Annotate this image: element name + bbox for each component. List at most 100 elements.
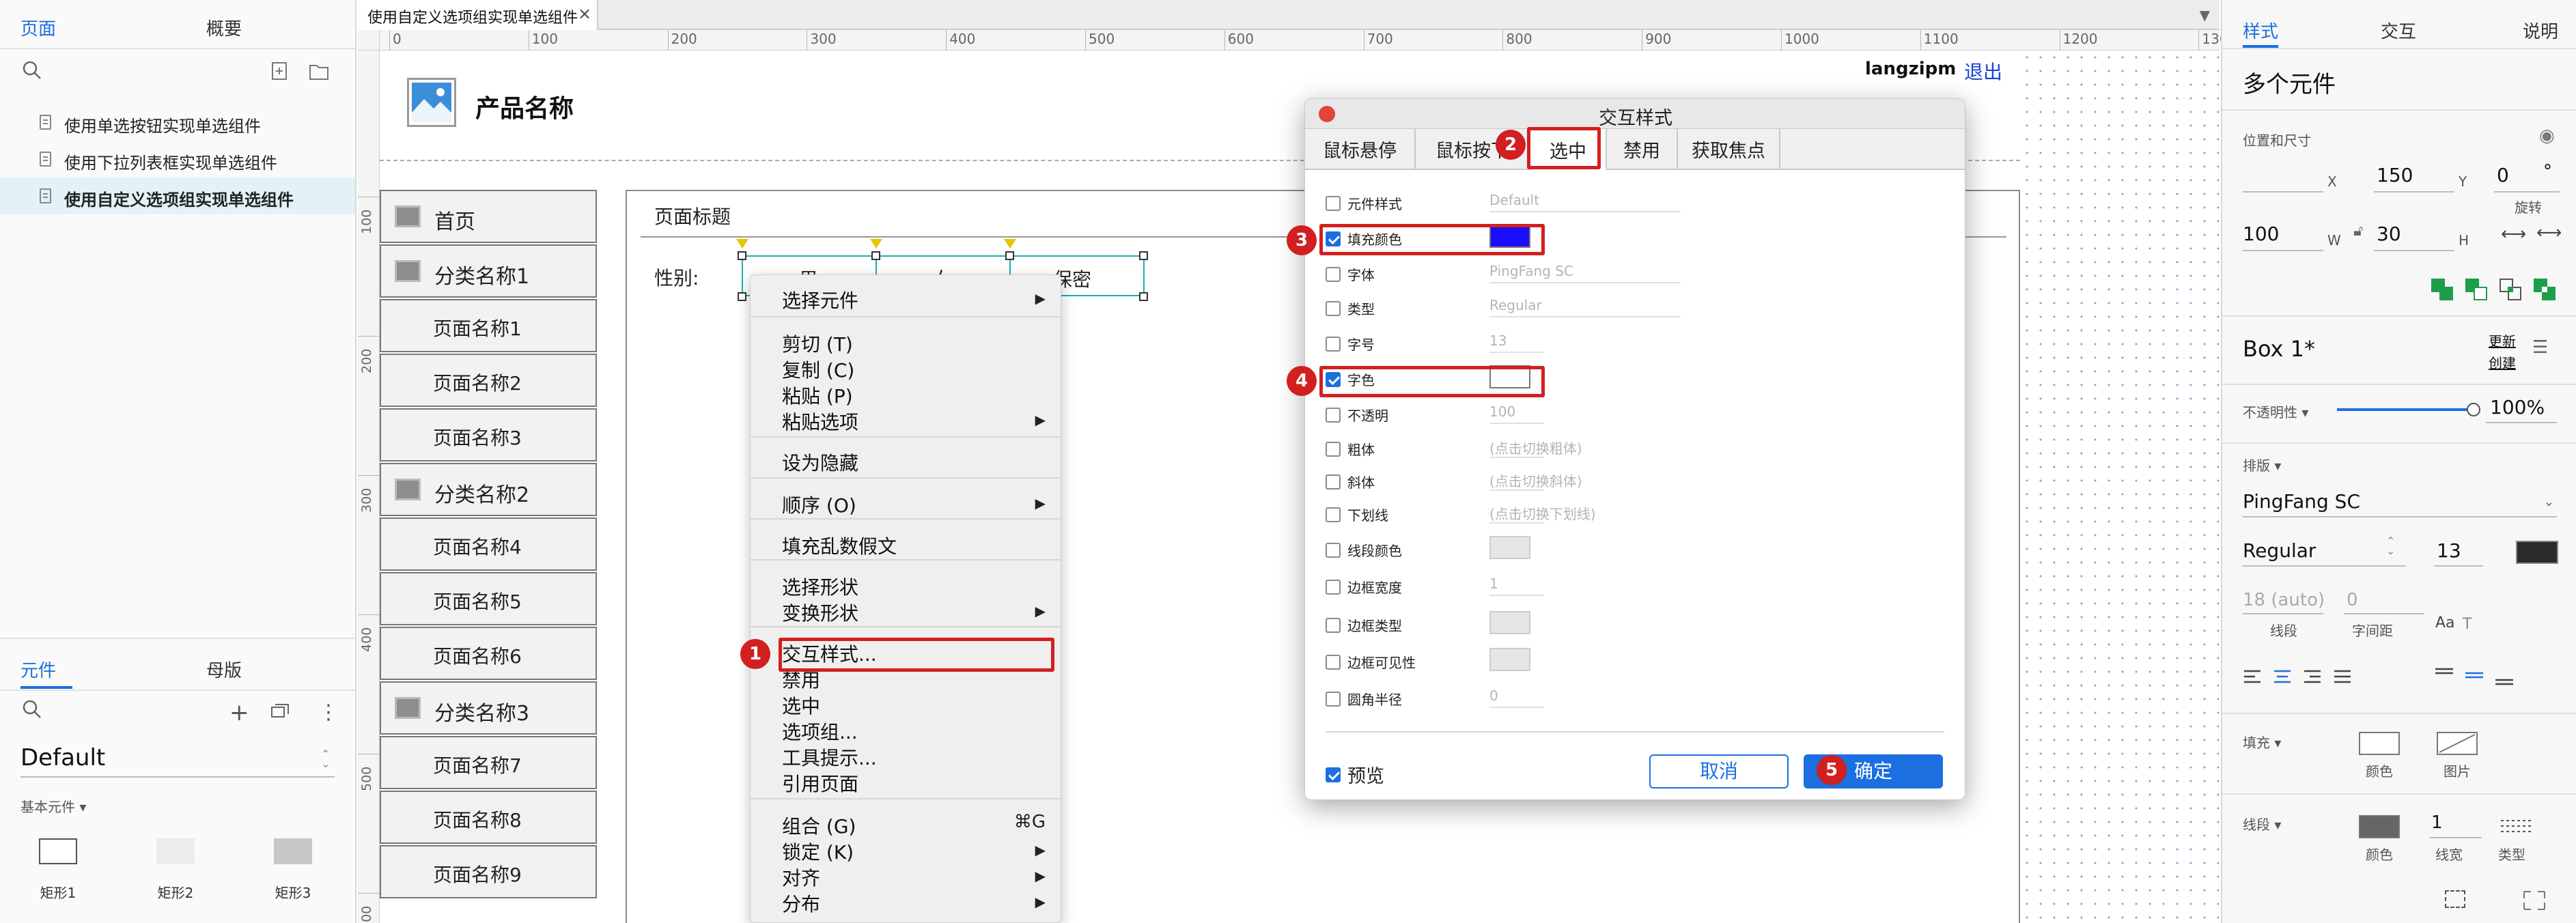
menu-item[interactable]: 选项组... (782, 718, 858, 745)
font-dropdown-icon[interactable]: ⌄ (2543, 493, 2555, 509)
property-checkbox[interactable] (1326, 617, 1341, 633)
align-left-icon[interactable] (2243, 669, 2262, 684)
style-name[interactable]: Box 1* (2243, 336, 2315, 362)
property-row[interactable]: 不透明 (1326, 405, 1388, 425)
page-item[interactable]: 使用下拉列表框实现单选组件 (0, 141, 355, 178)
stroke-type-icon[interactable] (2500, 816, 2534, 834)
tab-focus[interactable]: 获取焦点 (1678, 129, 1780, 169)
property-checkbox[interactable] (1326, 195, 1341, 211)
menu-item[interactable]: 粘贴选项 (782, 408, 858, 435)
nav-page-item[interactable]: 页面名称5 (380, 572, 597, 625)
nav-page-item[interactable]: 页面名称4 (380, 517, 597, 571)
property-checkbox[interactable] (1326, 407, 1341, 423)
opacity-field[interactable]: 100% (2490, 396, 2545, 418)
property-value[interactable]: Default (1489, 192, 1539, 208)
fill-image-icon[interactable] (2437, 732, 2478, 755)
letter-spacing-field[interactable]: 0 (2347, 590, 2358, 610)
nav-category-item[interactable]: 首页 (380, 190, 597, 243)
tab-disabled[interactable]: 禁用 (1607, 129, 1678, 169)
fit-width-icon[interactable]: ⟷ (2501, 224, 2526, 244)
stroke-width-field[interactable]: 1 (2431, 812, 2443, 833)
property-row[interactable]: 字号 (1326, 334, 1375, 354)
weight-stepper-icon[interactable]: ⌃ ⌄ (2386, 536, 2395, 556)
tab-widgets[interactable]: 元件 (20, 657, 56, 682)
widget-rect2[interactable]: 矩形2 (145, 838, 206, 902)
property-checkbox[interactable] (1326, 336, 1341, 352)
widget-search-icon[interactable] (22, 699, 42, 720)
property-checkbox[interactable] (1326, 579, 1341, 595)
nav-page-item[interactable]: 页面名称6 (380, 627, 597, 680)
menu-item[interactable]: 复制 (C) (782, 356, 854, 383)
tab-masters[interactable]: 母版 (206, 657, 242, 682)
property-checkbox[interactable] (1326, 542, 1341, 558)
property-value[interactable]: (点击切换下划线) (1489, 503, 1596, 523)
property-row[interactable]: 边框宽度 (1326, 577, 1402, 597)
tab-dropdown-icon[interactable]: ▼ (2200, 7, 2210, 23)
menu-item[interactable]: 粘贴 (P) (782, 382, 853, 409)
width-field[interactable]: 100 (2243, 223, 2279, 245)
property-value[interactable]: PingFang SC (1489, 263, 1573, 279)
text-shadow-icon[interactable]: T (2463, 616, 2472, 633)
selection-handle[interactable] (1139, 251, 1148, 260)
property-row[interactable]: 斜体 (1326, 472, 1375, 492)
property-row[interactable]: 下划线 (1326, 505, 1388, 524)
selection-handle[interactable] (871, 251, 880, 260)
property-value[interactable]: (点击切换斜体) (1489, 470, 1582, 490)
property-checkbox[interactable] (1326, 441, 1341, 457)
property-row[interactable]: 类型 (1326, 298, 1375, 318)
intersect-icon[interactable] (2500, 279, 2523, 302)
align-justify-icon[interactable] (2333, 669, 2352, 684)
section-basic[interactable]: 基本元件 ▾ (20, 796, 86, 816)
font-color-swatch[interactable] (2516, 541, 2558, 564)
logout-link[interactable]: 退出 (1964, 57, 2002, 85)
rotation-field[interactable]: 0 (2497, 164, 2509, 186)
tab-pages[interactable]: 页面 (20, 15, 56, 40)
text-case-icon[interactable]: Aa (2435, 614, 2455, 631)
property-checkbox[interactable] (1326, 266, 1341, 282)
menu-item[interactable]: 分布 (782, 890, 820, 917)
nav-page-item[interactable]: 页面名称1 (380, 299, 597, 352)
font-size-field[interactable]: 13 (2437, 539, 2461, 562)
property-value[interactable]: Regular (1489, 297, 1542, 313)
menu-item[interactable]: 选中 (782, 692, 820, 719)
tab-outline[interactable]: 概要 (206, 15, 242, 40)
more-options-icon[interactable]: ⋮ (318, 700, 339, 724)
close-tab-icon[interactable]: × (578, 4, 591, 23)
property-row[interactable]: 边框类型 (1326, 615, 1402, 635)
union-icon[interactable] (2431, 279, 2454, 302)
selection-handle[interactable] (738, 292, 746, 301)
property-checkbox[interactable] (1326, 654, 1341, 670)
property-row[interactable]: 边框可见性 (1326, 652, 1416, 672)
add-page-icon[interactable] (270, 61, 288, 81)
nav-page-item[interactable]: 页面名称9 (380, 845, 597, 898)
property-value[interactable]: (点击切换粗体) (1489, 438, 1582, 457)
selection-handle[interactable] (1005, 251, 1014, 260)
menu-item[interactable]: 剪切 (T) (782, 330, 853, 357)
property-value[interactable]: 0 (1489, 687, 1498, 704)
property-checkbox[interactable] (1326, 691, 1341, 707)
style-manager-icon[interactable]: ☰ (2532, 337, 2548, 358)
property-row[interactable]: 线段颜色 (1326, 540, 1402, 560)
property-value[interactable]: 100 (1489, 403, 1515, 420)
menu-item[interactable]: 顺序 (O) (782, 491, 856, 518)
property-row[interactable]: 圆角半径 (1326, 689, 1402, 709)
widget-rect1[interactable]: 矩形1 (27, 838, 89, 902)
tab-interaction[interactable]: 交互 (2381, 18, 2416, 43)
add-library-icon[interactable]: + (229, 699, 249, 726)
subtract-icon[interactable] (2465, 279, 2489, 302)
nav-category-item[interactable]: 分类名称1 (380, 244, 597, 298)
font-family-select[interactable]: PingFang SC (2243, 490, 2360, 513)
visibility-icon[interactable]: ◉ (2539, 126, 2555, 146)
valign-middle-icon[interactable] (2464, 666, 2484, 685)
property-value[interactable]: 13 (1489, 332, 1507, 349)
selection-handle[interactable] (738, 251, 746, 260)
menu-item[interactable]: 对齐 (782, 864, 820, 891)
menu-item[interactable]: 锁定 (K) (782, 838, 854, 865)
anchor-marker-icon[interactable] (1004, 239, 1016, 248)
property-row[interactable]: 粗体 (1326, 439, 1375, 459)
selection-handle[interactable] (1139, 292, 1148, 301)
update-style-link[interactable]: 更新 (2489, 330, 2516, 350)
property-row[interactable]: 元件样式 (1326, 193, 1402, 213)
menu-item[interactable]: 选择形状 (782, 573, 858, 600)
anchor-marker-icon[interactable] (736, 239, 748, 248)
